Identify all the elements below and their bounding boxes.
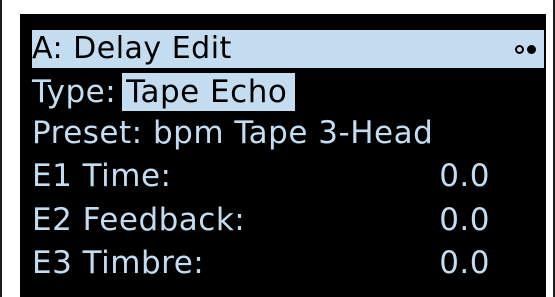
page-title: A: Delay Edit: [32, 31, 232, 66]
page-dot-active-icon: [527, 44, 536, 54]
param-label-time: E1 Time:: [32, 158, 172, 194]
header-bar: A: Delay Edit: [32, 30, 544, 68]
preset-label: Preset:: [32, 115, 143, 151]
preset-row[interactable]: Preset: bpm Tape 3-Head: [32, 111, 433, 155]
device-bezel: A: Delay Edit Type: Tape Echo Preset: bpm…: [0, 0, 555, 297]
param-label-timbre: E3 Timbre:: [32, 245, 205, 281]
type-row[interactable]: Type: Tape Echo: [32, 70, 296, 114]
display-screen: A: Delay Edit Type: Tape Echo Preset: bpm…: [20, 14, 546, 297]
param-value-timbre[interactable]: 0.0: [439, 241, 490, 285]
type-label: Type:: [32, 74, 117, 110]
param-value-time[interactable]: 0.0: [439, 154, 490, 198]
param-row-timbre[interactable]: E3 Timbre: 0.0: [32, 241, 490, 285]
type-value[interactable]: Tape Echo: [122, 73, 296, 111]
page-dots-icon: [515, 42, 536, 56]
param-row-feedback[interactable]: E2 Feedback: 0.0: [32, 198, 490, 242]
param-value-feedback[interactable]: 0.0: [439, 198, 490, 242]
preset-value[interactable]: bpm Tape 3-Head: [153, 115, 433, 151]
param-label-feedback: E2 Feedback:: [32, 202, 246, 238]
page-dot-inactive-icon: [515, 44, 524, 54]
param-row-time[interactable]: E1 Time: 0.0: [32, 154, 490, 198]
